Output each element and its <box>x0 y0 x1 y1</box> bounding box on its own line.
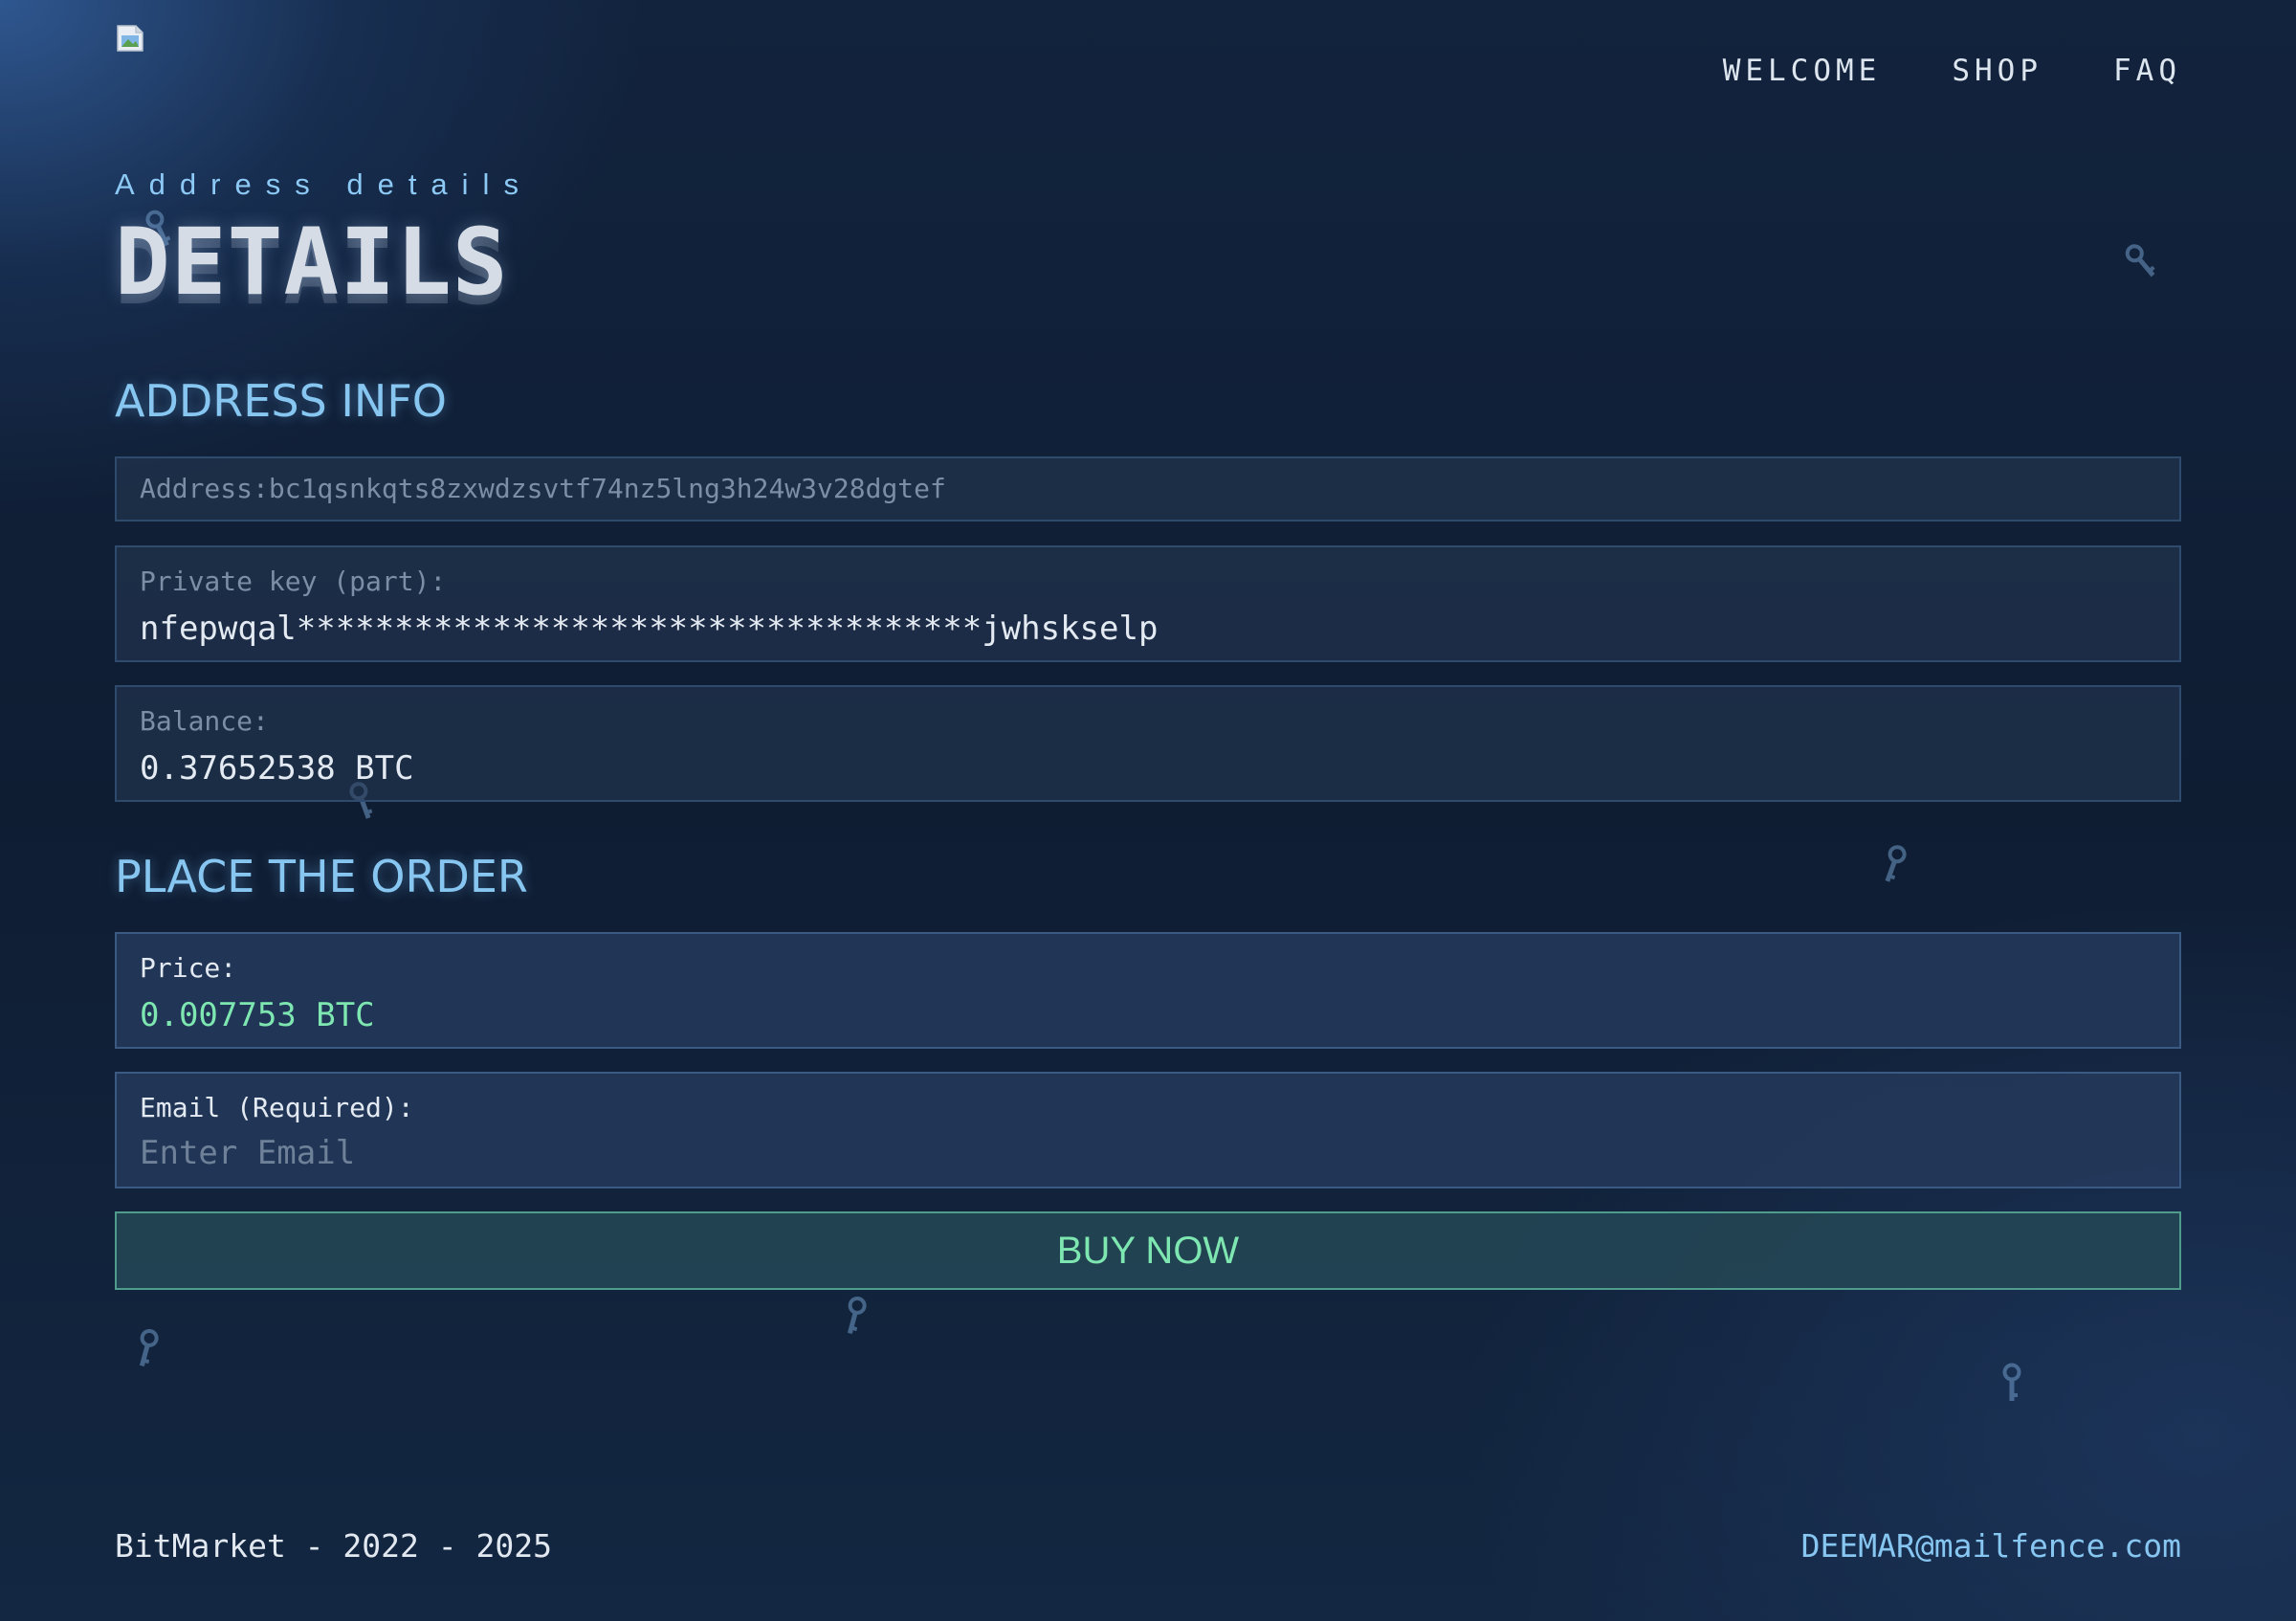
balance-field: Balance: 0.37652538 BTC <box>115 685 2181 802</box>
email-input[interactable] <box>140 1133 2156 1173</box>
price-field: Price: 0.007753 BTC <box>115 932 2181 1049</box>
nav-welcome[interactable]: WELCOME <box>1723 54 1882 88</box>
footer-contact-email[interactable]: DEEMAR@mailfence.com <box>1801 1527 2181 1565</box>
nav-faq[interactable]: FAQ <box>2113 54 2181 88</box>
address-field: Address:bc1qsnkqts8zxwdzsvtf74nz5lng3h24… <box>115 456 2181 522</box>
page-kicker: Address details <box>115 167 533 201</box>
key-icon <box>1872 840 1913 890</box>
page-title: DETAILS <box>115 209 509 316</box>
address-info-heading: ADDRESS INFO <box>115 375 447 427</box>
key-icon <box>127 1325 166 1373</box>
footer-copyright: BitMarket - 2022 - 2025 <box>115 1527 552 1565</box>
private-key-label: Private key (part): <box>140 566 447 597</box>
email-field: Email (Required): <box>115 1072 2181 1188</box>
private-key-value: nfepwqal********************************… <box>140 610 1159 648</box>
key-icon <box>1998 1363 2026 1405</box>
place-order-heading: PLACE THE ORDER <box>115 851 528 902</box>
key-icon <box>2117 237 2166 288</box>
email-label: Email (Required): <box>140 1092 414 1123</box>
price-value: 0.007753 BTC <box>140 996 375 1034</box>
price-label: Price: <box>140 952 237 984</box>
broken-image-icon[interactable] <box>115 23 145 54</box>
buy-now-button[interactable]: BUY NOW <box>115 1211 2181 1290</box>
private-key-field: Private key (part): nfepwqal************… <box>115 545 2181 662</box>
key-icon <box>835 1293 873 1341</box>
address-text: Address:bc1qsnkqts8zxwdzsvtf74nz5lng3h24… <box>140 473 946 504</box>
nav-shop[interactable]: SHOP <box>1952 54 2042 88</box>
balance-label: Balance: <box>140 705 269 737</box>
balance-value: 0.37652538 BTC <box>140 749 414 788</box>
main-nav: WELCOME SHOP FAQ <box>1723 54 2181 88</box>
